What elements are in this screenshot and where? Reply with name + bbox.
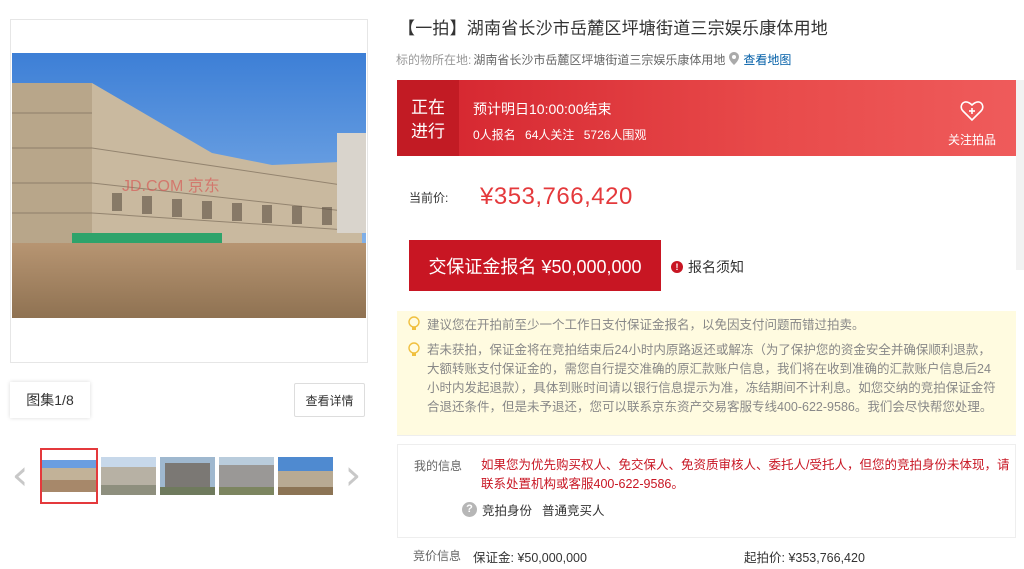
current-price-label: 当前价:: [409, 191, 449, 205]
signup-count: 0人报名: [473, 128, 516, 142]
tip-refund-policy: 若未获拍，保证金将在竞拍结束后24小时内原路返还或解冻（为了保护您的资金安全并确…: [427, 343, 996, 414]
watermark: JD.COM 京东: [122, 177, 220, 195]
thumbnail-5[interactable]: [278, 457, 333, 495]
warning-icon: !: [671, 261, 683, 273]
lightbulb-icon: [407, 316, 421, 332]
thumbnail-2[interactable]: [101, 457, 156, 495]
tip-deposit-timing: 建议您在开拍前至少一个工作日支付保证金报名，以免因支付问题而错过拍卖。: [427, 318, 865, 332]
pay-deposit-register-button[interactable]: 交保证金报名 ¥50,000,000: [409, 240, 661, 291]
auction-status-bar: 正在 进行 预计明日10:00:00结束 0人报名 64人关注 5726人围观 …: [397, 80, 1016, 156]
view-map-link[interactable]: 查看地图: [743, 51, 791, 68]
tips-box: 建议您在开拍前至少一个工作日支付保证金报名，以免因支付问题而错过拍卖。 若未获拍…: [397, 311, 1016, 436]
follow-label: 关注拍品: [947, 133, 996, 147]
page-title: 【一拍】湖南省长沙市岳麓区坪塘街道三宗娱乐康体用地: [398, 19, 828, 38]
follower-count: 64人关注: [525, 128, 575, 142]
thumbnail-next-arrow[interactable]: ›: [341, 454, 365, 497]
registration-notice-link[interactable]: ! 报名须知: [671, 257, 744, 277]
thumbnail-prev-arrow[interactable]: ‹: [8, 454, 32, 497]
gallery-counter: 图集1/8: [10, 382, 90, 418]
bid-info-section: 竞价信息 保证金: ¥50,000,000 起拍价: ¥353,766,420: [397, 538, 1016, 569]
view-details-button[interactable]: 查看详情: [294, 383, 365, 417]
thumbnail-3[interactable]: [160, 457, 215, 495]
registration-notice-label: 报名须知: [688, 259, 744, 275]
bid-info-label: 竞价信息: [413, 549, 462, 563]
main-photo[interactable]: JD.COM 京东: [12, 53, 366, 318]
my-info-text: 如果您为优先购买权人、免交保人、免资质审核人、委托人/受托人，但您的竞拍身份未体…: [481, 458, 1010, 491]
follow-item-button[interactable]: 关注拍品: [944, 100, 1000, 148]
lightbulb-icon: [407, 342, 421, 358]
auction-stats: 0人报名 64人关注 5726人围观: [473, 126, 652, 143]
countdown-text: 预计明日10:00:00结束: [473, 101, 612, 117]
bid-identity-value: 普通竞买人: [542, 504, 605, 518]
viewer-count: 5726人围观: [583, 128, 647, 142]
bid-identity-label: 竞拍身份: [482, 504, 533, 518]
starting-price: 起拍价: ¥353,766,420: [744, 551, 865, 565]
my-info-section: 我的信息 如果您为优先购买权人、免交保人、免资质审核人、委托人/受托人，但您的竞…: [397, 444, 1016, 538]
main-photo-frame[interactable]: JD.COM 京东: [10, 19, 368, 363]
current-price-value: ¥353,766,420: [480, 183, 633, 210]
deposit-amount: 保证金: ¥50,000,000: [473, 551, 587, 565]
map-pin-icon: [729, 51, 740, 68]
location-label: 标的物所在地:: [396, 53, 472, 67]
thumbnail-1[interactable]: [40, 448, 98, 504]
right-edge-panel: [1016, 80, 1024, 270]
location-row: 标的物所在地: 湖南省长沙市岳麓区坪塘街道三宗娱乐康体用地 查看地图: [396, 51, 791, 68]
question-icon[interactable]: ?: [462, 502, 477, 517]
heart-plus-icon: [944, 100, 1000, 125]
thumbnail-4[interactable]: [219, 457, 274, 495]
auction-detail-panel: 【一拍】湖南省长沙市岳麓区坪塘街道三宗娱乐康体用地 标的物所在地: 湖南省长沙市…: [380, 0, 1024, 569]
bid-identity-row: ? 竞拍身份 普通竞买人: [462, 500, 605, 519]
status-badge: 正在 进行: [397, 80, 459, 156]
location-address: 湖南省长沙市岳麓区坪塘街道三宗娱乐康体用地: [473, 53, 726, 67]
gallery-panel: JD.COM 京东 图集1/8 查看详情 ‹ ›: [0, 0, 380, 569]
my-info-label: 我的信息: [414, 459, 463, 473]
